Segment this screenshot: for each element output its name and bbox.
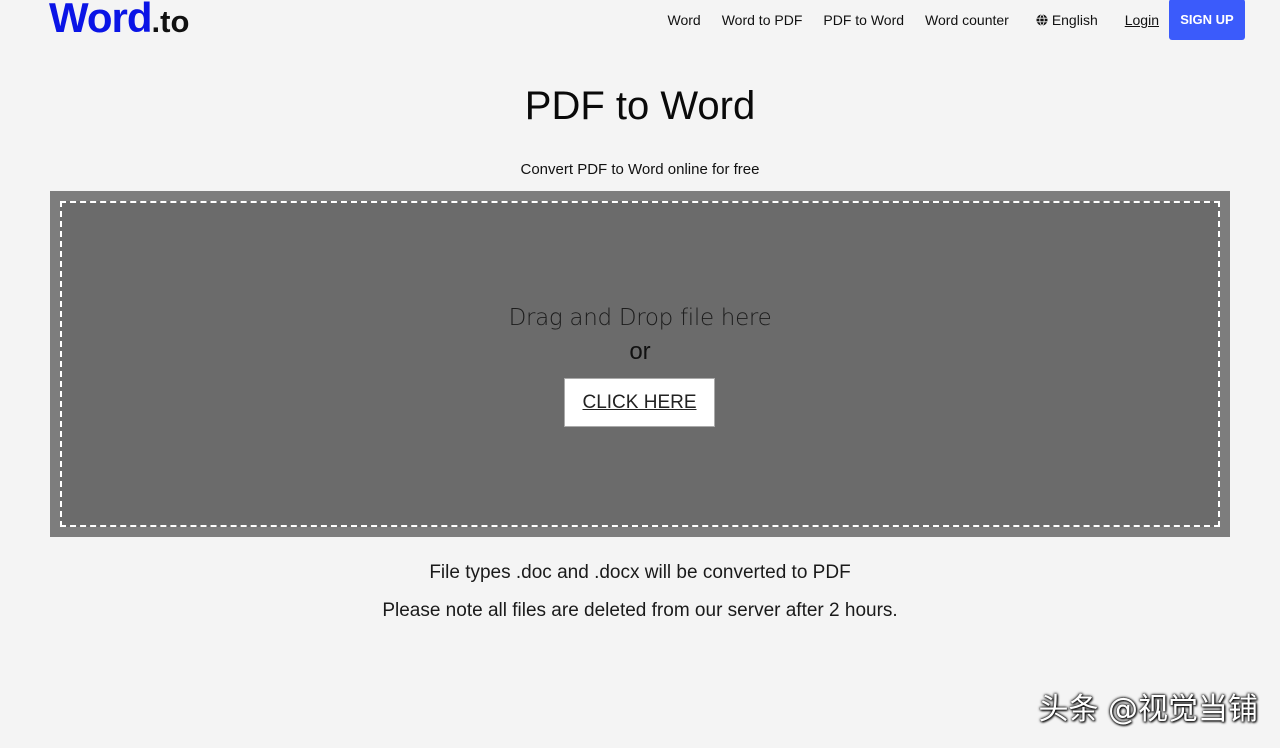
signup-button[interactable]: SIGN UP — [1169, 0, 1245, 40]
nav-link-word-to-pdf[interactable]: Word to PDF — [722, 1, 803, 39]
file-dropzone[interactable]: Drag and Drop file here or CLICK HERE — [50, 191, 1230, 537]
file-types-note: File types .doc and .docx will be conver… — [429, 562, 851, 583]
page-subtitle: Convert PDF to Word online for free — [520, 161, 760, 178]
nav-link-word[interactable]: Word — [668, 1, 701, 39]
header: Word.to Word Word to PDF PDF to Word Wor… — [0, 0, 1280, 50]
deletion-note: Please note all files are deleted from o… — [382, 600, 898, 621]
nav-link-word-counter[interactable]: Word counter — [925, 1, 1009, 39]
login-link[interactable]: Login — [1125, 1, 1159, 39]
logo-tld-text: .to — [151, 4, 190, 39]
language-selector[interactable]: English — [1036, 1, 1098, 39]
main-nav: Word Word to PDF PDF to Word Word counte… — [647, 0, 1245, 40]
drag-drop-text: Drag and Drop file here — [508, 305, 772, 331]
logo-main-text: Word — [49, 0, 153, 41]
or-text: or — [629, 338, 651, 365]
watermark: 头条 @视觉当铺 — [1038, 692, 1258, 727]
language-label: English — [1051, 12, 1098, 28]
dropzone-dashed-area[interactable]: Drag and Drop file here or CLICK HERE — [60, 201, 1220, 527]
nav-link-pdf-to-word[interactable]: PDF to Word — [823, 1, 904, 39]
page-title: PDF to Word — [524, 84, 756, 128]
site-logo[interactable]: Word.to — [49, 0, 189, 39]
click-here-button[interactable]: CLICK HERE — [564, 378, 715, 427]
globe-icon — [1036, 14, 1048, 26]
